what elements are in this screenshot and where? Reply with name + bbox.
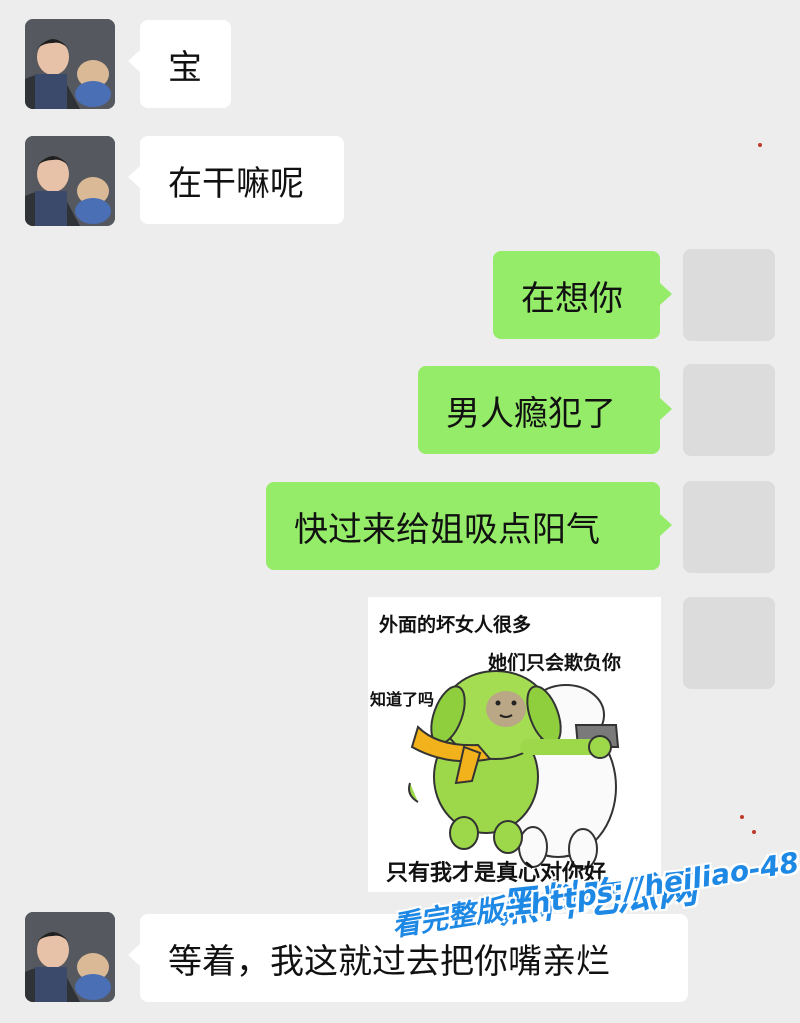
sticker-image[interactable]: 外面的坏女人很多 她们只会欺负你 知道了吗 只有我才是真心对你好 bbox=[368, 597, 661, 892]
contact-avatar[interactable] bbox=[25, 136, 115, 226]
contact-avatar[interactable] bbox=[25, 19, 115, 109]
outgoing-message[interactable]: 男人瘾犯了 bbox=[418, 366, 672, 454]
message-text: 男人瘾犯了 bbox=[446, 393, 616, 434]
sticker-caption: 她们只会欺负你 bbox=[488, 652, 622, 674]
message-text: 宝 bbox=[168, 47, 202, 88]
self-avatar[interactable] bbox=[683, 597, 775, 689]
message-text: 在干嘛呢 bbox=[168, 163, 304, 204]
self-avatar[interactable] bbox=[683, 481, 775, 573]
message-text: 在想你 bbox=[521, 278, 623, 319]
self-avatar[interactable] bbox=[683, 249, 775, 341]
sticker-caption: 知道了吗 bbox=[370, 690, 435, 709]
message-text: 等着，我这就过去把你嘴亲烂 bbox=[168, 941, 610, 982]
outgoing-message[interactable]: 在想你 bbox=[493, 251, 672, 339]
red-dot bbox=[740, 815, 744, 819]
contact-avatar[interactable] bbox=[25, 912, 115, 1002]
incoming-message[interactable]: 宝 bbox=[128, 20, 231, 108]
sticker-illustration bbox=[408, 670, 620, 870]
incoming-message[interactable]: 在干嘛呢 bbox=[128, 136, 344, 224]
outgoing-message[interactable]: 快过来给姐吸点阳气 bbox=[266, 482, 672, 570]
message-text: 快过来给姐吸点阳气 bbox=[294, 509, 600, 550]
sticker-caption: 外面的坏女人很多 bbox=[379, 614, 532, 636]
self-avatar[interactable] bbox=[683, 364, 775, 456]
red-dot bbox=[758, 143, 762, 147]
red-dot bbox=[752, 830, 756, 834]
